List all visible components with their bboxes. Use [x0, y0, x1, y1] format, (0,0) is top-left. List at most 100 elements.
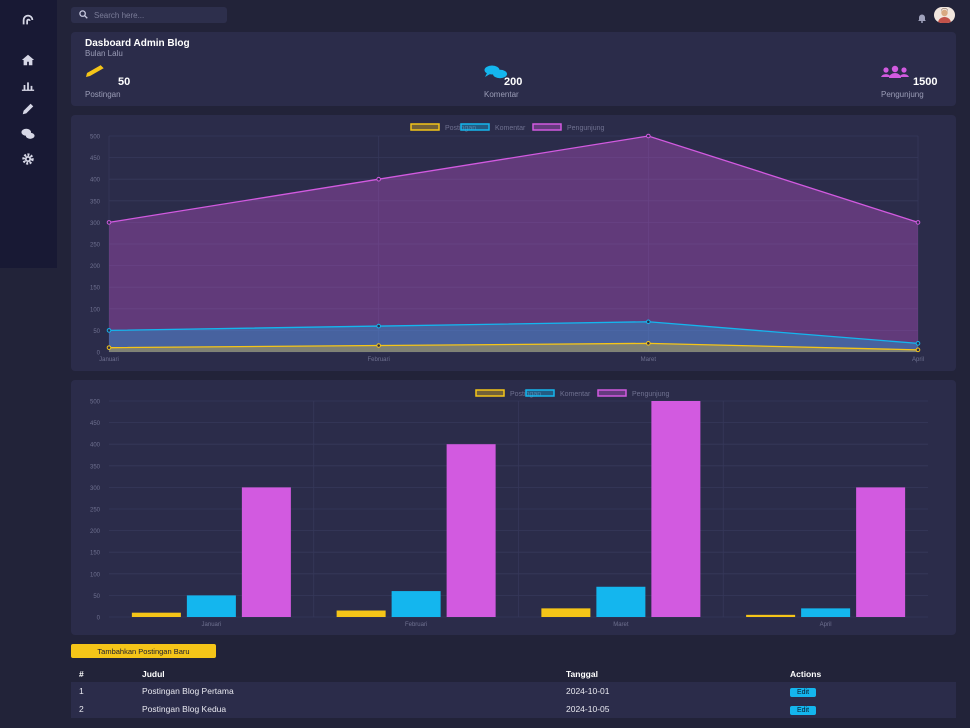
search-icon: [79, 6, 88, 24]
y-tick-label: 400: [90, 443, 101, 449]
stat-label: Komentar: [484, 90, 519, 99]
legend-label: Pengunjung: [567, 125, 604, 132]
row-title: Postingan Blog Kedua: [142, 704, 227, 714]
y-tick-label: 100: [90, 307, 101, 313]
table-header-row: # Judul Tanggal Actions: [71, 666, 956, 682]
topbar: [71, 7, 955, 24]
search-input[interactable]: [94, 10, 214, 20]
pencil-icon: [86, 64, 105, 77]
y-tick-label: 300: [90, 221, 101, 227]
data-point: [646, 319, 651, 325]
stat-label: Postingan: [85, 90, 121, 99]
bar: [446, 444, 496, 617]
legend-swatch: [475, 389, 505, 397]
y-tick-label: 300: [90, 486, 101, 492]
edit-button[interactable]: Edit: [790, 687, 817, 697]
x-tick-label: April: [912, 357, 924, 363]
y-tick-label: 350: [90, 199, 101, 205]
bar: [651, 401, 701, 617]
stat-value: 1500: [913, 76, 938, 88]
bar: [391, 591, 441, 617]
x-tick-label: Maret: [613, 622, 629, 628]
y-tick-label: 150: [90, 286, 101, 292]
page-title: Dasboard Admin Blog: [85, 38, 190, 49]
area-fill: [109, 136, 918, 352]
comments-icon[interactable]: [20, 127, 36, 141]
legend-swatch: [460, 123, 490, 131]
stat-value: 50: [118, 76, 131, 88]
data-point: [915, 220, 921, 225]
logo-icon[interactable]: [20, 13, 36, 27]
table-row: 2 Postingan Blog Kedua 2024-10-05 Edit: [71, 700, 956, 718]
legend-swatch: [532, 123, 562, 131]
stat-komentar: 200 Komentar: [484, 64, 544, 100]
y-tick-label: 250: [90, 243, 101, 249]
bar: [746, 614, 796, 617]
y-tick-label: 150: [90, 551, 101, 557]
page-subtitle: Bulan Lalu: [85, 49, 123, 58]
data-point: [915, 347, 921, 353]
y-tick-label: 50: [93, 594, 100, 600]
sidebar: [0, 0, 57, 268]
bar: [186, 595, 236, 617]
stat-postingan: 50 Postingan: [85, 64, 145, 100]
line-chart-card: 0 50 100 150 200 250 300 350 400 450 500 Januari Feb…: [71, 115, 956, 371]
x-tick-label: Februari: [405, 622, 427, 628]
bar-chart-card: 0 50 100 150 200 250 300 350 400 450 500 Januari Feb…: [71, 380, 956, 635]
legend-swatch: [410, 123, 440, 131]
y-tick-label: 50: [93, 329, 100, 335]
data-point: [376, 343, 381, 348]
data-point: [106, 345, 112, 350]
data-point: [106, 220, 112, 225]
y-tick-label: 400: [90, 178, 101, 184]
chart-icon[interactable]: [20, 78, 36, 92]
y-tick-label: 100: [90, 572, 101, 578]
x-tick-label: Februari: [367, 357, 389, 363]
data-point: [915, 341, 921, 346]
y-tick-label: 450: [90, 156, 101, 162]
home-icon[interactable]: [20, 53, 36, 67]
avatar[interactable]: [934, 7, 955, 23]
stats-card: Dasboard Admin Blog Bulan Lalu 50 Postin…: [71, 32, 956, 106]
data-point: [376, 323, 381, 329]
column-header-date: Tanggal: [566, 669, 598, 679]
y-tick-label: 200: [90, 264, 101, 270]
stat-value: 200: [504, 76, 523, 88]
y-tick-label: 0: [97, 351, 101, 357]
search-box[interactable]: [71, 7, 227, 23]
bar: [856, 487, 906, 617]
row-date: 2024-10-05: [566, 704, 610, 714]
row-date: 2024-10-01: [566, 686, 610, 696]
y-tick-label: 200: [90, 529, 101, 535]
bar: [541, 608, 591, 617]
row-number: 2: [79, 704, 84, 714]
bar-chart: 0 50 100 150 200 250 300 350 400 450 500 Januari Feb…: [90, 389, 928, 628]
legend-label: Komentar: [560, 391, 591, 398]
x-tick-label: Januari: [202, 622, 222, 628]
data-point: [646, 341, 651, 346]
line-chart: 0 50 100 150 200 250 300 350 400 450 500 Januari Feb…: [90, 123, 924, 363]
legend-swatch: [525, 389, 555, 397]
bar: [801, 608, 851, 617]
bar: [596, 586, 646, 617]
x-tick-label: Januari: [99, 357, 119, 363]
x-tick-label: April: [820, 622, 832, 628]
column-header-number: #: [79, 669, 84, 679]
edit-icon[interactable]: [20, 102, 36, 116]
legend-label: Komentar: [495, 125, 526, 132]
data-point: [646, 133, 651, 139]
row-title: Postingan Blog Pertama: [142, 686, 234, 696]
y-tick-label: 350: [90, 464, 101, 470]
y-tick-label: 500: [90, 400, 101, 406]
legend-swatch: [597, 389, 627, 397]
add-post-button[interactable]: Tambahkan Postingan Baru: [71, 644, 216, 658]
settings-icon[interactable]: [20, 152, 36, 166]
y-tick-label: 250: [90, 508, 101, 514]
y-tick-label: 500: [90, 135, 101, 141]
edit-button[interactable]: Edit: [790, 705, 817, 715]
bell-icon[interactable]: [917, 10, 927, 23]
x-tick-label: Maret: [641, 357, 657, 363]
y-tick-label: 0: [97, 616, 101, 622]
stat-pengunjung: 1500 Pengunjung: [881, 64, 945, 100]
stat-label: Pengunjung: [881, 90, 924, 99]
